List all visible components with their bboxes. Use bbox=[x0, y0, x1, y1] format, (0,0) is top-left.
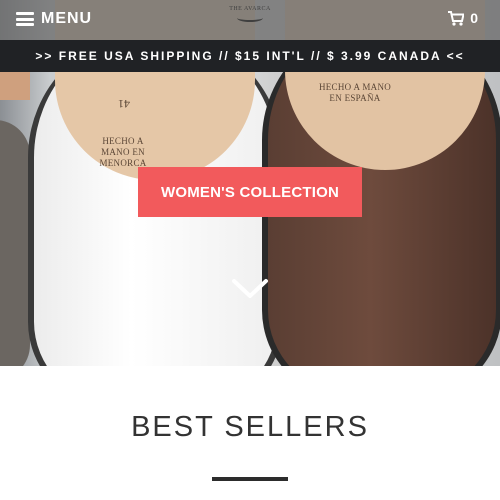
best-sellers-heading: BEST SELLERS bbox=[131, 411, 369, 443]
cart-button[interactable]: 0 bbox=[448, 10, 478, 26]
site-logo[interactable]: THE AVARCA bbox=[226, 6, 274, 22]
menu-label: MENU bbox=[41, 10, 93, 27]
cart-count: 0 bbox=[470, 10, 478, 26]
logo-text: THE AVARCA bbox=[229, 6, 271, 12]
top-navigation-bar: MENU THE AVARCA 0 bbox=[0, 0, 500, 40]
insole-size-mark: 41 bbox=[118, 97, 130, 111]
womens-collection-button[interactable]: WOMEN'S COLLECTION bbox=[138, 167, 362, 217]
hamburger-icon bbox=[16, 12, 34, 26]
shipping-banner-text: >> FREE USA SHIPPING // $15 INT'L // $ 3… bbox=[35, 49, 465, 63]
scroll-down-button[interactable] bbox=[231, 278, 269, 305]
insole-text-left: HECHO A MANO EN MENORCA bbox=[99, 136, 147, 168]
shoe-partial-left bbox=[0, 120, 30, 366]
menu-button[interactable]: MENU bbox=[16, 7, 92, 31]
insole-text-right: HECHO A MANO EN ESPAÑA bbox=[318, 82, 392, 103]
shipping-banner: >> FREE USA SHIPPING // $15 INT'L // $ 3… bbox=[0, 40, 500, 72]
logo-mark-icon bbox=[237, 14, 263, 22]
chevron-down-icon bbox=[232, 279, 268, 298]
heading-divider bbox=[212, 477, 288, 481]
shopping-cart-icon bbox=[448, 10, 465, 26]
